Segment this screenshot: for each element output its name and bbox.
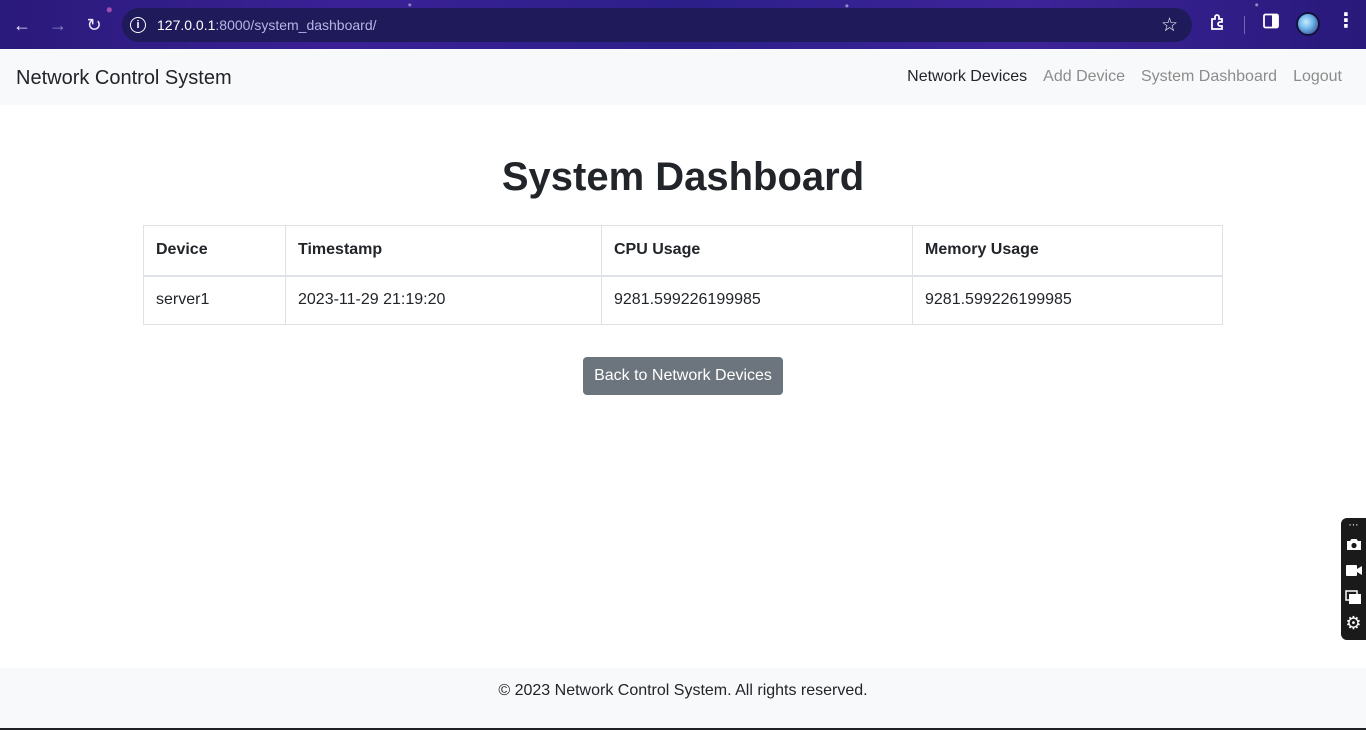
navbar-links: Network Devices Add Device System Dashbo… xyxy=(907,68,1342,86)
camera-icon[interactable] xyxy=(1341,537,1366,555)
page-title: System Dashboard xyxy=(501,155,865,199)
url-host: 127.0.0.1 xyxy=(157,17,216,33)
url-text[interactable]: 127.0.0.1:8000/system_dashboard/ xyxy=(157,17,377,33)
extensions-icon[interactable] xyxy=(1209,13,1227,34)
nav-link-logout[interactable]: Logout xyxy=(1293,68,1342,86)
pin-more-icon[interactable]: ⋯ xyxy=(1341,521,1366,531)
capture-toolbar: ⋯ ⚙ xyxy=(1341,518,1366,640)
page-footer: © 2023 Network Control System. All right… xyxy=(0,668,1366,728)
video-icon[interactable] xyxy=(1341,564,1366,581)
site-navbar: Network Control System Network Devices A… xyxy=(0,49,1366,105)
cell-device: server1 xyxy=(143,275,286,325)
bookmark-star-icon[interactable]: ☆ xyxy=(1161,14,1178,37)
system-stats-table: Device Timestamp CPU Usage Memory Usage … xyxy=(143,225,1223,325)
cell-timestamp: 2023-11-29 21:19:20 xyxy=(285,275,602,325)
site-info-icon[interactable]: i xyxy=(130,17,146,33)
table-header-row: Device Timestamp CPU Usage Memory Usage xyxy=(143,225,1223,277)
cell-cpu-usage: 9281.599226199985 xyxy=(601,275,913,325)
back-to-network-devices-button[interactable]: Back to Network Devices xyxy=(583,357,783,395)
cell-memory-usage: 9281.599226199985 xyxy=(912,275,1223,325)
column-header-memory-usage: Memory Usage xyxy=(912,225,1223,277)
column-header-device: Device xyxy=(143,225,286,277)
browser-toolbar: ← → ↻ i 127.0.0.1:8000/system_dashboard/… xyxy=(0,0,1366,49)
footer-copyright: © 2023 Network Control System. All right… xyxy=(498,682,868,699)
url-path: :8000/system_dashboard/ xyxy=(215,17,377,33)
profile-avatar[interactable] xyxy=(1296,12,1320,36)
address-bar[interactable]: i 127.0.0.1:8000/system_dashboard/ ☆ xyxy=(122,8,1192,42)
toolbar-divider xyxy=(1244,16,1245,34)
gear-icon[interactable]: ⚙ xyxy=(1341,614,1366,632)
nav-link-network-devices[interactable]: Network Devices xyxy=(907,68,1027,86)
kebab-menu-icon[interactable]: ⋮ xyxy=(1336,11,1356,31)
column-header-timestamp: Timestamp xyxy=(285,225,602,277)
navbar-brand[interactable]: Network Control System xyxy=(16,67,232,90)
nav-link-add-device[interactable]: Add Device xyxy=(1043,68,1125,86)
window-icon[interactable] xyxy=(1341,590,1366,609)
forward-arrow-icon[interactable]: → xyxy=(45,12,71,38)
nav-link-system-dashboard[interactable]: System Dashboard xyxy=(1141,68,1277,86)
side-panel-icon[interactable] xyxy=(1263,13,1279,32)
back-arrow-icon[interactable]: ← xyxy=(9,12,35,38)
table-row: server1 2023-11-29 21:19:20 9281.5992261… xyxy=(143,275,1223,325)
column-header-cpu-usage: CPU Usage xyxy=(601,225,913,277)
reload-icon[interactable]: ↻ xyxy=(81,12,107,38)
